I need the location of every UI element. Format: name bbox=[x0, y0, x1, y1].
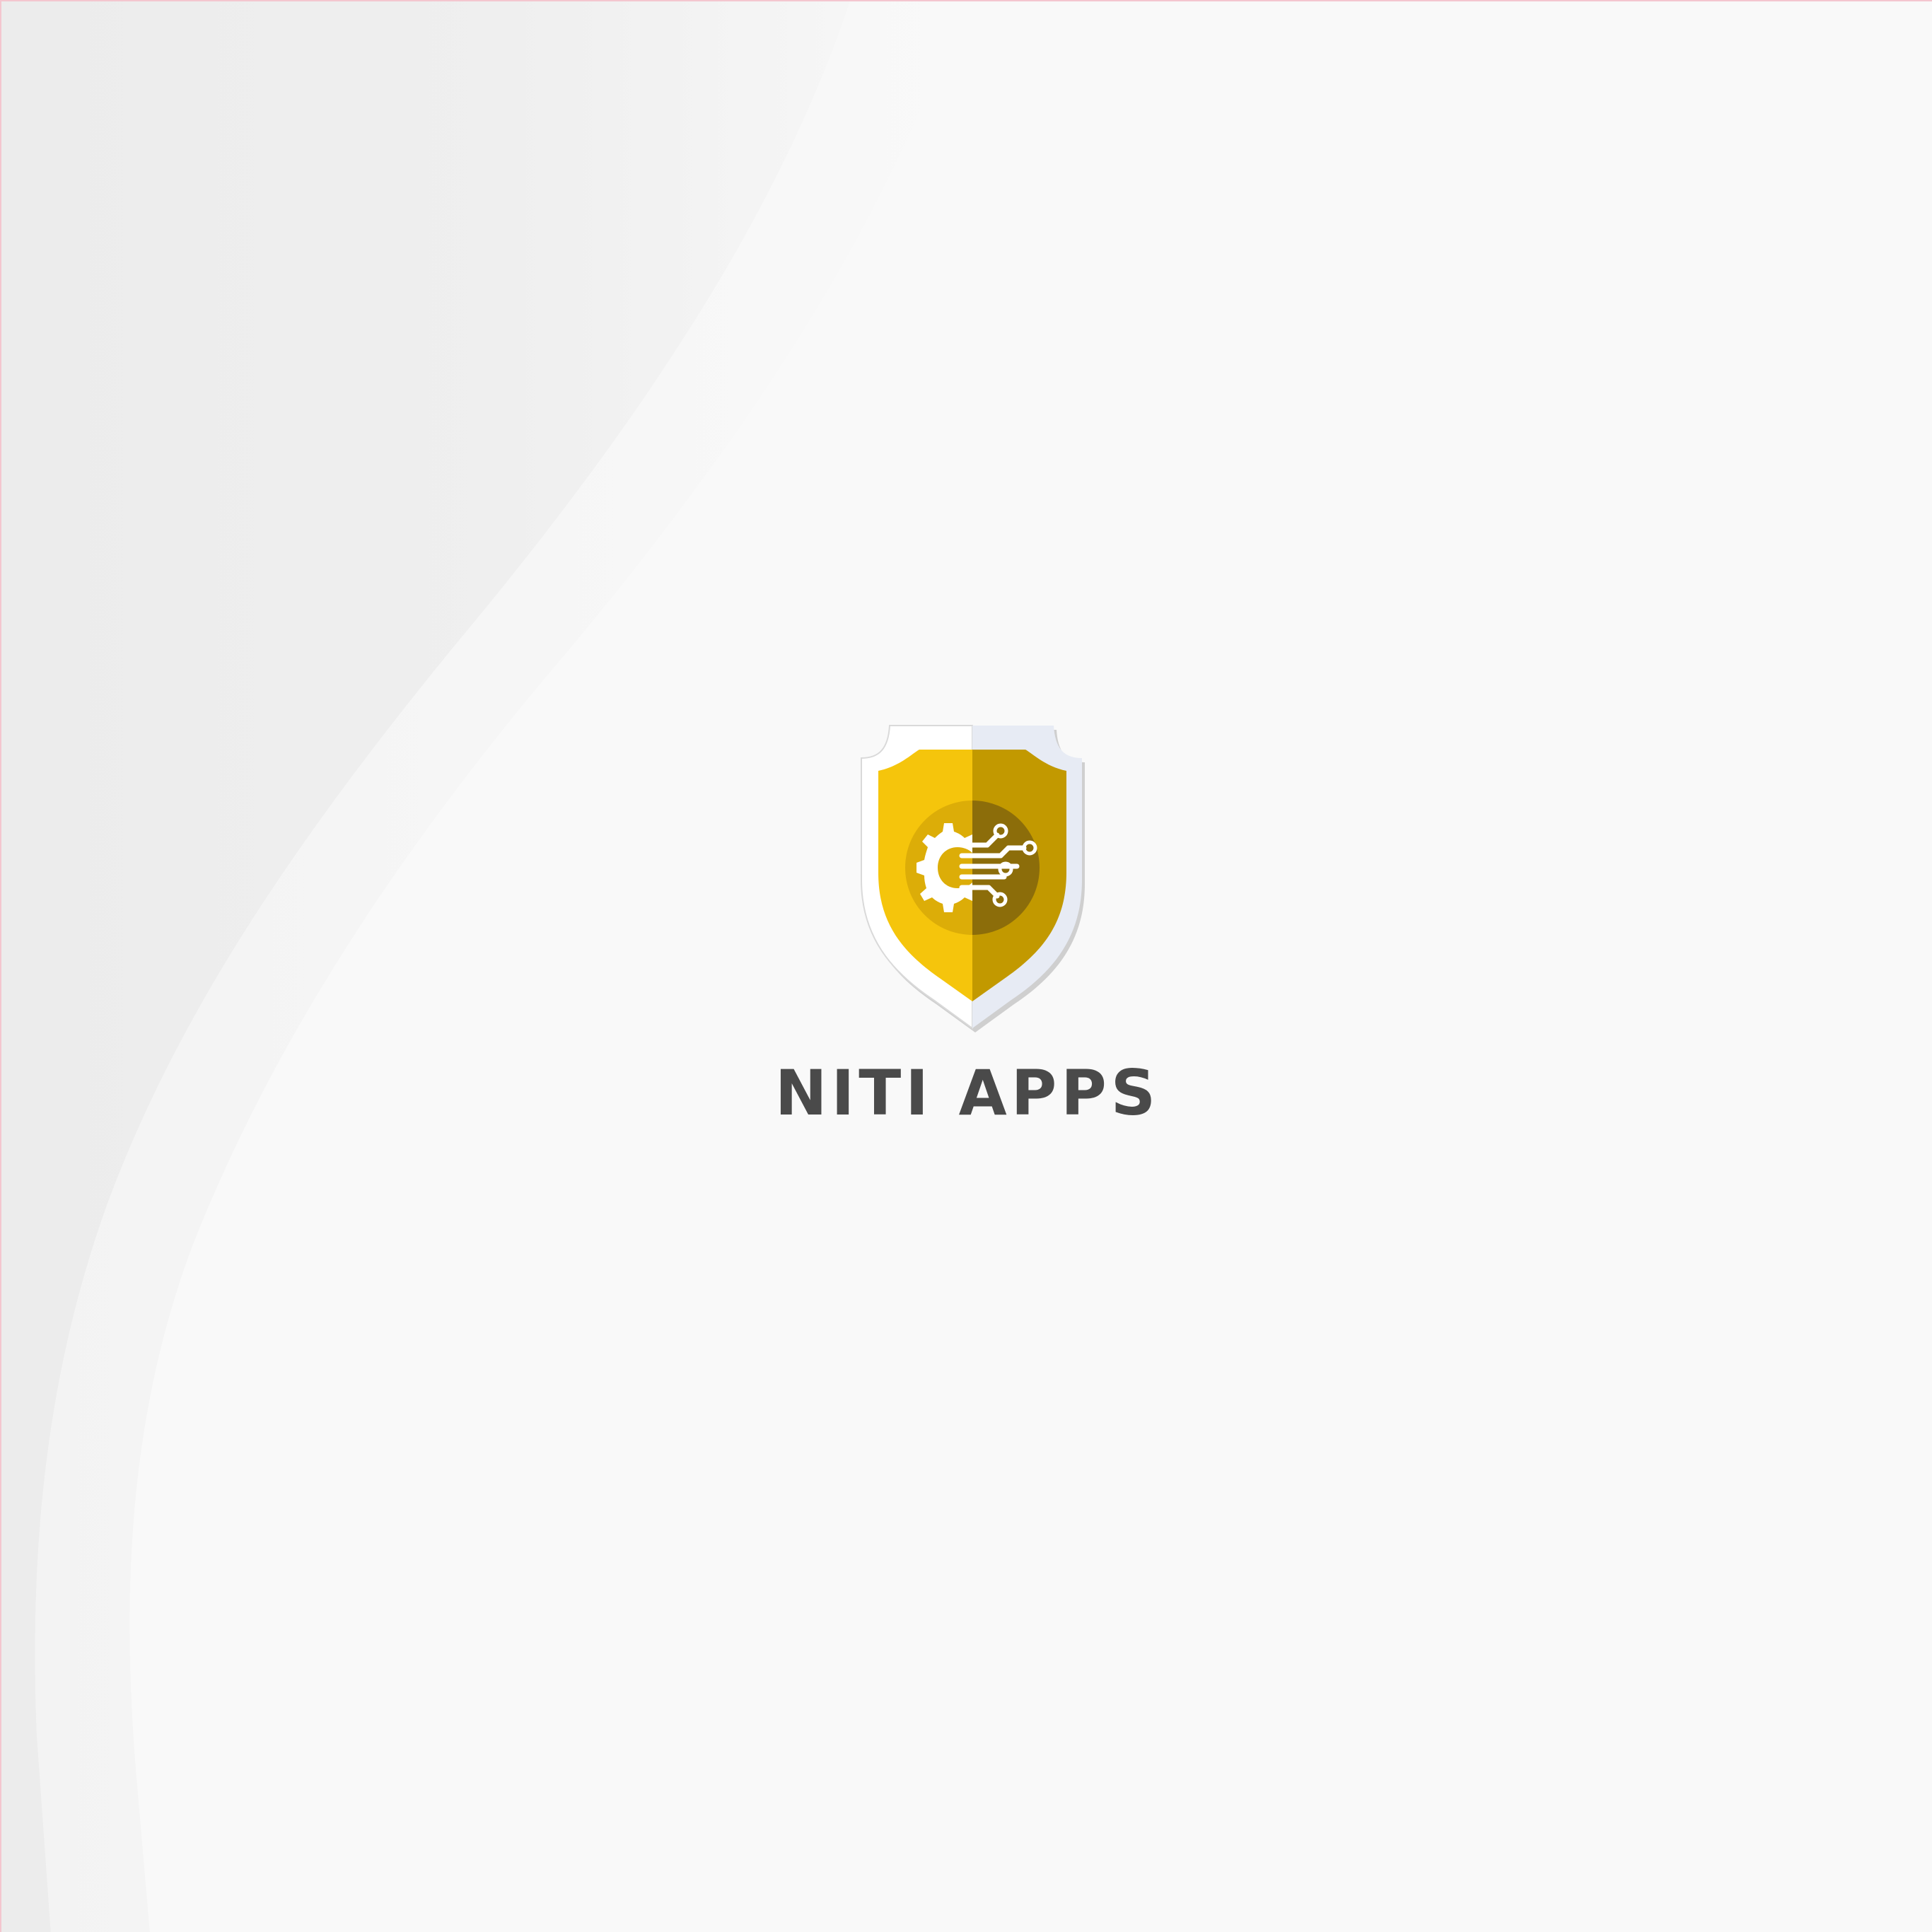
shield-gear-circuit-icon bbox=[861, 725, 1085, 1032]
brand-name: NITI APPS bbox=[774, 1057, 1160, 1129]
splash-screen: NITI APPS bbox=[0, 0, 1932, 1932]
app-logo bbox=[849, 724, 1096, 1035]
